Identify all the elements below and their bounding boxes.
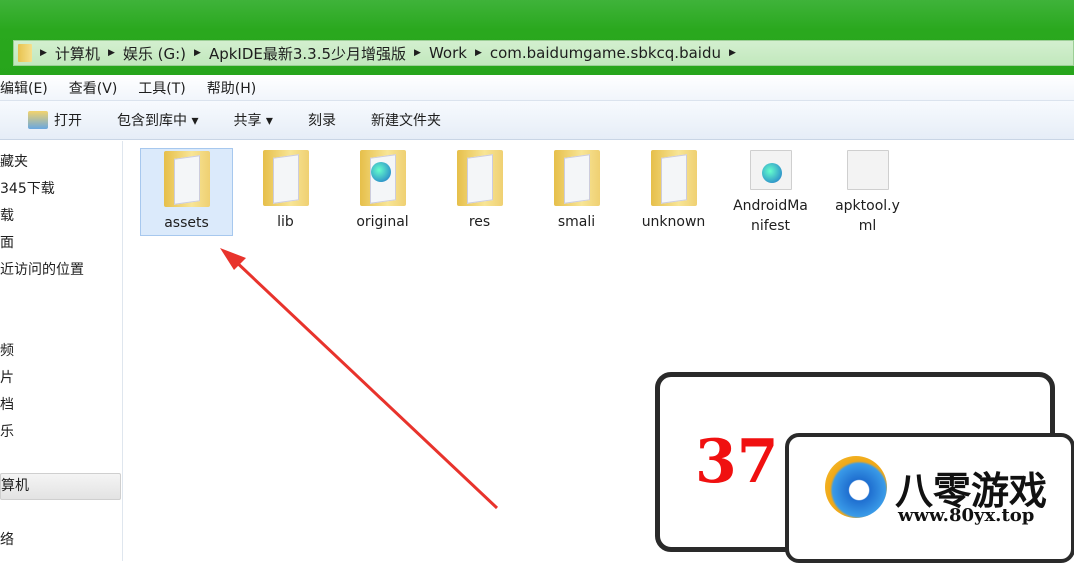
watermark-url: www.80yx.top — [898, 505, 1035, 526]
logo-icon — [825, 456, 887, 518]
watermark-behind-text: 37 — [695, 427, 779, 497]
watermark: 37 八零游戏 www.80yx.top — [655, 368, 1074, 563]
